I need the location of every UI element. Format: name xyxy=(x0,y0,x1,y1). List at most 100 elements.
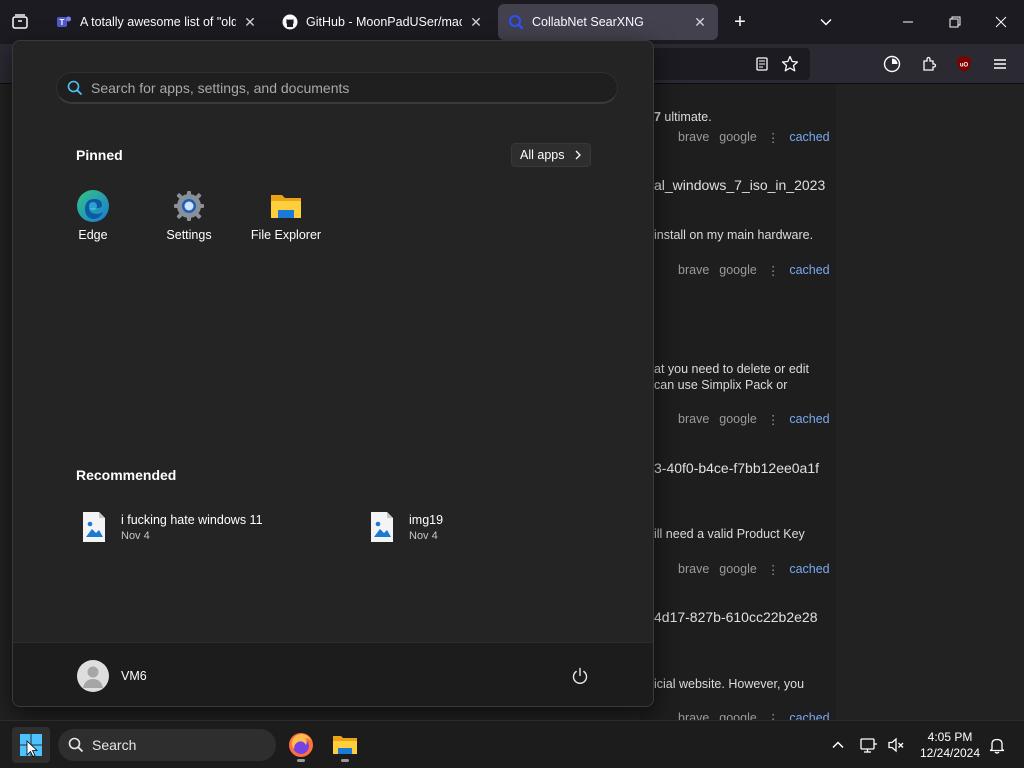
speaker-muted-icon xyxy=(888,737,904,753)
image-file-icon xyxy=(371,512,393,542)
searxng-icon xyxy=(508,14,524,30)
clock-date: 12/24/2024 xyxy=(919,746,981,760)
taskbar-clock[interactable]: 4:05 PM 12/24/2024 xyxy=(912,729,988,761)
result-engines: brave google ⋮ cached xyxy=(678,263,830,278)
user-account-button[interactable]: VM6 xyxy=(77,660,147,692)
result-engines: brave google ⋮ cached xyxy=(678,711,830,720)
restore-button[interactable] xyxy=(943,10,967,34)
tab-title: GitHub - MoonPadUSer/macOS xyxy=(306,15,462,29)
start-button[interactable] xyxy=(12,727,50,763)
recommended-item-name: img19 xyxy=(409,512,444,527)
app-label: Edge xyxy=(78,228,108,242)
power-icon xyxy=(572,667,588,684)
tab-title: CollabNet SearXNG xyxy=(532,15,644,29)
chevron-up-icon xyxy=(832,741,844,749)
start-menu: Pinned All apps Edge Settings File Explo… xyxy=(12,40,654,707)
tab-github[interactable]: GitHub - MoonPadUSer/macOS ✕ xyxy=(272,4,494,40)
cached-link[interactable]: cached xyxy=(789,412,829,427)
start-menu-footer: VM6 xyxy=(13,642,653,706)
recommended-item-date: Nov 4 xyxy=(121,529,150,542)
recommended-item[interactable]: img19 Nov 4 xyxy=(369,509,443,545)
power-button[interactable] xyxy=(569,665,591,687)
user-avatar-icon xyxy=(83,666,103,688)
new-tab-button[interactable]: + xyxy=(728,10,752,34)
result-snippet: 7 ultimate. xyxy=(654,110,712,124)
all-apps-button[interactable]: All apps xyxy=(511,143,592,167)
user-name: VM6 xyxy=(121,669,147,683)
show-hidden-icons-button[interactable] xyxy=(826,733,850,757)
chevron-right-icon xyxy=(576,150,582,160)
result-link[interactable]: al_windows_7_iso_in_2023 xyxy=(654,177,825,193)
close-tab-icon[interactable]: ✕ xyxy=(692,14,708,30)
avatar xyxy=(77,660,109,692)
start-search-box[interactable] xyxy=(56,72,618,104)
search-icon xyxy=(67,80,83,95)
restore-icon xyxy=(949,16,961,28)
tab-old-windows-list[interactable]: T A totally awesome list of "old w ✕ xyxy=(46,4,268,40)
result-snippet: can use Simplix Pack or xyxy=(654,378,788,392)
extensions-button[interactable] xyxy=(917,52,941,76)
reader-view-button[interactable] xyxy=(750,52,774,76)
result-engines: brave google ⋮ cached xyxy=(678,412,830,427)
github-icon xyxy=(282,14,298,30)
network-button[interactable] xyxy=(857,733,881,757)
app-label: File Explorer xyxy=(250,228,322,242)
browser-tab-bar: T A totally awesome list of "old w ✕ Git… xyxy=(0,0,1024,44)
notifications-button[interactable] xyxy=(985,733,1009,757)
close-icon xyxy=(995,16,1007,28)
search-icon xyxy=(68,737,84,753)
chevron-down-icon xyxy=(820,18,832,26)
tab-title: A totally awesome list of "old w xyxy=(80,15,236,29)
minimize-icon xyxy=(903,21,913,23)
cached-link[interactable]: cached xyxy=(789,711,829,720)
list-all-tabs-button[interactable] xyxy=(814,10,838,34)
cached-link[interactable]: cached xyxy=(789,562,829,577)
tab-searxng[interactable]: CollabNet SearXNG ✕ xyxy=(498,4,718,40)
pinned-app-file-explorer[interactable]: File Explorer xyxy=(242,189,330,249)
bookmark-star-button[interactable] xyxy=(778,52,802,76)
cached-link[interactable]: cached xyxy=(789,263,829,278)
ublock-origin-button[interactable]: uO xyxy=(952,52,976,76)
taskbar-search-box[interactable]: Search xyxy=(58,729,276,761)
result-snippet: install on my main hardware. xyxy=(654,228,814,242)
result-snippet: at you need to delete or edit xyxy=(654,362,809,376)
recommended-item[interactable]: i fucking hate windows 11 Nov 4 xyxy=(81,509,263,545)
settings-gear-icon xyxy=(172,189,206,223)
folder-icon xyxy=(269,189,303,223)
cached-link[interactable]: cached xyxy=(789,130,829,145)
firefox-icon xyxy=(289,733,313,757)
ublock-shield-icon: uO xyxy=(957,56,971,72)
pinned-app-settings[interactable]: Settings xyxy=(145,189,233,249)
app-label: Settings xyxy=(166,228,212,242)
close-tab-icon[interactable]: ✕ xyxy=(242,14,258,30)
result-engines: brave google ⋮ cached xyxy=(678,130,830,145)
sync-clock-icon xyxy=(883,55,901,73)
taskbar-file-explorer[interactable] xyxy=(327,727,363,763)
result-link[interactable]: 3-40f0-b4ce-f7bb12ee0a1f xyxy=(654,460,819,476)
taskbar-firefox[interactable] xyxy=(283,727,319,763)
bell-icon xyxy=(989,738,1005,754)
result-snippet: ill need a valid Product Key xyxy=(654,527,805,541)
minimize-button[interactable] xyxy=(896,10,920,34)
result-snippet: icial website. However, you xyxy=(654,677,805,691)
firefox-view-button[interactable] xyxy=(880,52,904,76)
close-tab-icon[interactable]: ✕ xyxy=(468,14,484,30)
tab-overview-button[interactable] xyxy=(8,10,32,34)
recommended-item-date: Nov 4 xyxy=(409,529,438,542)
recommended-item-name: i fucking hate windows 11 xyxy=(121,512,263,527)
recommended-heading: Recommended xyxy=(76,467,177,483)
result-link[interactable]: 4d17-827b-610cc22b2e28 xyxy=(654,609,817,625)
pinned-app-edge[interactable]: Edge xyxy=(49,189,137,249)
network-monitor-icon xyxy=(860,738,877,753)
start-search-input[interactable] xyxy=(91,79,571,96)
close-window-button[interactable] xyxy=(989,10,1013,34)
tab-list-icon xyxy=(12,14,28,29)
windows-logo-icon xyxy=(20,734,42,757)
puzzle-icon xyxy=(923,56,937,71)
result-engines: brave google ⋮ cached xyxy=(678,562,830,577)
taskbar-search-label: Search xyxy=(92,737,137,753)
folder-icon xyxy=(333,736,357,754)
app-menu-button[interactable] xyxy=(988,52,1012,76)
volume-button[interactable] xyxy=(884,733,908,757)
image-file-icon xyxy=(83,512,105,542)
